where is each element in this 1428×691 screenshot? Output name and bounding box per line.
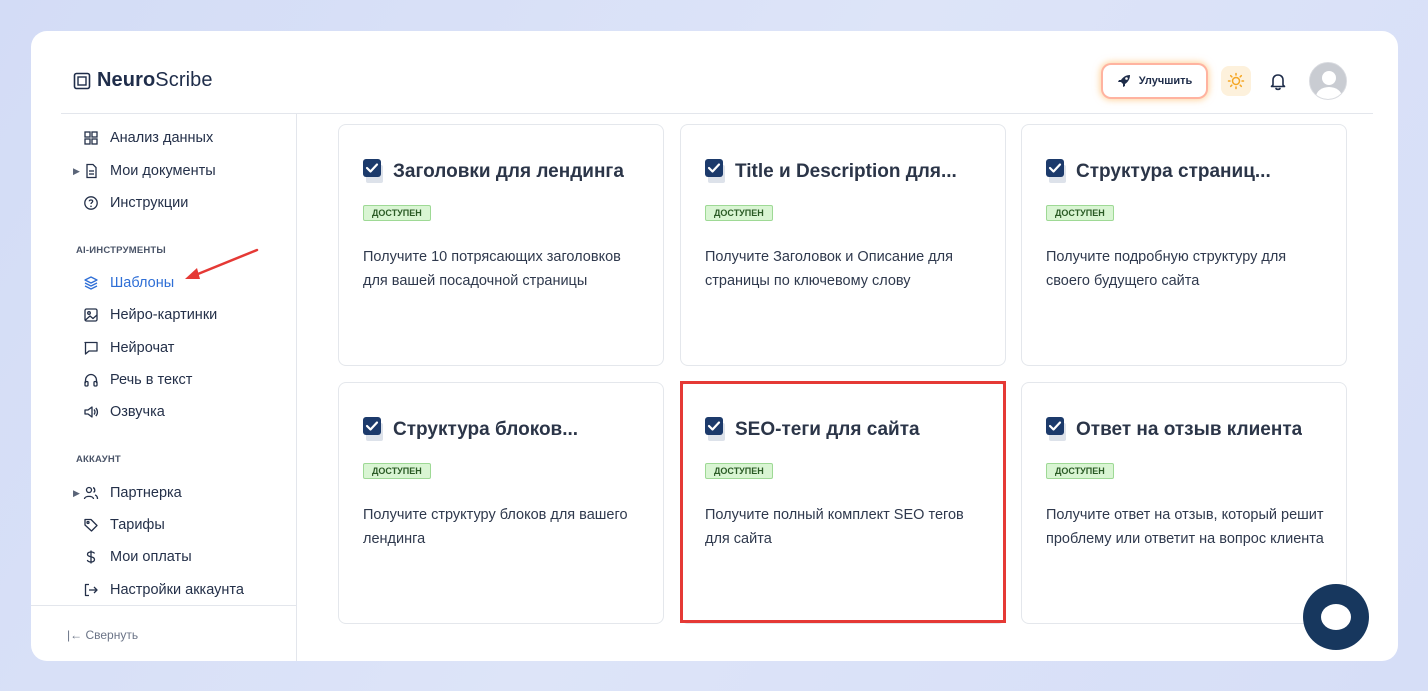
- sidebar-item-label: Настройки аккаунта: [110, 582, 244, 598]
- sidebar-item-voiceover[interactable]: Озвучка: [83, 401, 165, 423]
- sidebar-item-instructions[interactable]: Инструкции: [83, 192, 188, 214]
- card-description: Получите подробную структуру для своего …: [1046, 249, 1287, 289]
- logout-icon: [84, 583, 98, 597]
- sidebar-item-account-settings[interactable]: Настройки аккаунта: [83, 579, 244, 601]
- sidebar-item-label: Шаблоны: [110, 275, 175, 291]
- checkbox-icon: [705, 417, 725, 441]
- collapse-sidebar-button[interactable]: |← Свернуть: [67, 628, 138, 642]
- template-card[interactable]: Структура страниц... ДОСТУПЕН Получите п…: [1021, 124, 1347, 366]
- card-title: Структура блоков...: [393, 419, 579, 440]
- sidebar-item-label: Речь в текст: [110, 372, 193, 388]
- sidebar-item-data-analysis[interactable]: Анализ данных: [83, 127, 213, 149]
- upgrade-button[interactable]: Улучшить: [1103, 65, 1206, 97]
- section-label-ai-tools: AI-ИНСТРУМЕНТЫ: [76, 245, 166, 256]
- layers-icon: [84, 276, 98, 290]
- app-window: NeuroScribe Улучшить Анализ данных ▶ Мои…: [31, 31, 1398, 661]
- grid-icon: [84, 131, 98, 145]
- card-title: SEO-теги для сайта: [735, 419, 920, 440]
- sidebar: Анализ данных ▶ Мои документы Инструкции…: [31, 114, 297, 661]
- logo[interactable]: NeuroScribe: [73, 69, 213, 92]
- sidebar-item-neuro-chat[interactable]: Нейрочат: [83, 337, 174, 359]
- sidebar-item-label: Партнерка: [110, 485, 182, 501]
- logo-icon: [73, 72, 91, 89]
- sidebar-item-label: Мои оплаты: [110, 549, 192, 565]
- card-description: Получите структуру блоков для вашего лен…: [363, 507, 628, 547]
- checkbox-icon: [363, 417, 383, 441]
- collapse-label: Свернуть: [85, 628, 139, 642]
- chat-icon: [84, 341, 98, 355]
- template-card[interactable]: Структура блоков... ДОСТУПЕН Получите ст…: [338, 382, 664, 624]
- sidebar-item-label: Нейро-картинки: [110, 307, 218, 323]
- template-card[interactable]: Title и Description для... ДОСТУПЕН Полу…: [680, 124, 1006, 366]
- dollar-icon: [86, 550, 96, 564]
- card-description: Получите 10 потрясающих заголовков для в…: [363, 249, 621, 289]
- user-avatar[interactable]: [1309, 62, 1347, 100]
- checkbox-icon: [1046, 159, 1066, 183]
- rocket-icon: [1117, 75, 1130, 87]
- sidebar-item-my-payments[interactable]: Мои оплаты: [83, 546, 192, 568]
- status-badge: ДОСТУПЕН: [705, 205, 773, 221]
- template-card-seo-tags[interactable]: SEO-теги для сайта ДОСТУПЕН Получите пол…: [680, 382, 1006, 624]
- card-description: Получите полный комплект SEO тегов для с…: [705, 507, 964, 547]
- sun-icon: [1227, 72, 1245, 90]
- users-icon: [83, 486, 99, 500]
- sidebar-item-label: Тарифы: [110, 517, 165, 533]
- sidebar-item-my-documents[interactable]: ▶ Мои документы: [73, 160, 216, 182]
- theme-toggle[interactable]: [1221, 66, 1251, 96]
- card-title: Заголовки для лендинга: [393, 161, 624, 182]
- card-title: Ответ на отзыв клиента: [1076, 419, 1303, 440]
- sidebar-item-label: Анализ данных: [110, 130, 214, 146]
- sidebar-item-label: Мои документы: [110, 163, 216, 179]
- card-title: Title и Description для...: [735, 161, 957, 182]
- checkbox-icon: [705, 159, 725, 183]
- headphones-icon: [84, 373, 98, 387]
- card-title: Структура страниц...: [1076, 161, 1271, 182]
- card-description: Получите ответ на отзыв, который решит п…: [1046, 507, 1324, 547]
- tag-icon: [84, 518, 98, 532]
- caret-right-icon: ▶: [73, 166, 80, 176]
- caret-right-icon: ▶: [73, 488, 80, 498]
- template-card[interactable]: Ответ на отзыв клиента ДОСТУПЕН Получите…: [1021, 382, 1347, 624]
- status-badge: ДОСТУПЕН: [363, 463, 431, 479]
- status-badge: ДОСТУПЕН: [1046, 205, 1114, 221]
- support-chat-button[interactable]: [1303, 584, 1369, 650]
- templates-grid: Заголовки для лендинга ДОСТУПЕН Получите…: [298, 114, 1398, 661]
- sidebar-item-label: Инструкции: [110, 195, 189, 211]
- speaker-icon: [84, 406, 99, 418]
- annotation-arrow-icon: [185, 248, 259, 279]
- template-card[interactable]: Заголовки для лендинга ДОСТУПЕН Получите…: [338, 124, 664, 366]
- sidebar-item-templates[interactable]: Шаблоны: [83, 272, 174, 294]
- checkbox-icon: [1046, 417, 1066, 441]
- image-icon: [84, 308, 98, 322]
- bell-icon[interactable]: [1267, 70, 1289, 92]
- help-icon: [84, 196, 98, 210]
- status-badge: ДОСТУПЕН: [705, 463, 773, 479]
- sidebar-item-label: Озвучка: [110, 404, 165, 420]
- sidebar-item-tariffs[interactable]: Тарифы: [83, 514, 165, 536]
- sidebar-divider: [31, 605, 297, 606]
- status-badge: ДОСТУПЕН: [1046, 463, 1114, 479]
- document-icon: [86, 163, 97, 179]
- checkbox-icon: [363, 159, 383, 183]
- chat-bubble-icon: [1321, 604, 1351, 630]
- upgrade-label: Улучшить: [1138, 75, 1193, 87]
- header: NeuroScribe Улучшить: [31, 31, 1398, 113]
- collapse-icon: |←: [67, 628, 83, 642]
- sidebar-item-partners[interactable]: ▶ Партнерка: [73, 482, 182, 504]
- avatar-icon: [1310, 63, 1346, 99]
- sidebar-item-neuro-images[interactable]: Нейро-картинки: [83, 304, 217, 326]
- logo-text: NeuroScribe: [97, 69, 213, 91]
- status-badge: ДОСТУПЕН: [363, 205, 431, 221]
- sidebar-item-label: Нейрочат: [110, 340, 175, 356]
- section-label-account: АККАУНТ: [76, 454, 121, 465]
- card-description: Получите Заголовок и Описание для страни…: [705, 249, 953, 289]
- sidebar-item-speech-to-text[interactable]: Речь в текст: [83, 369, 192, 391]
